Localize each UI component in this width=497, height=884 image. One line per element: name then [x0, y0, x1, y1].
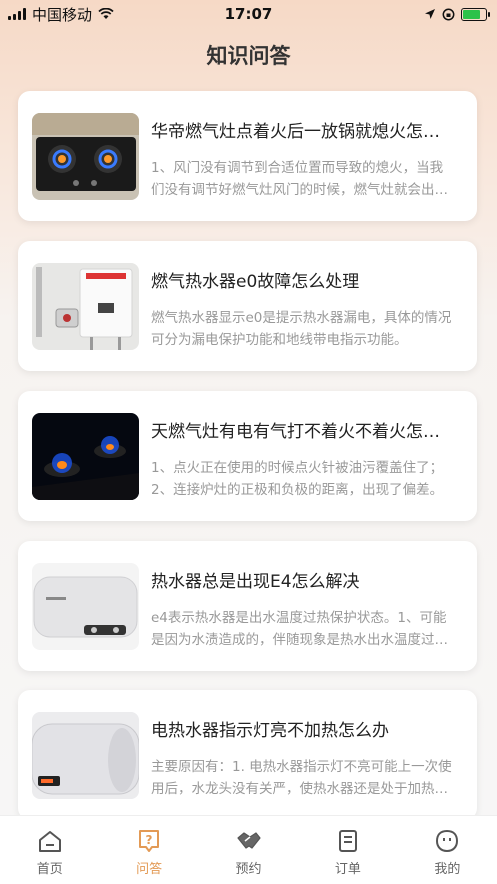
article-title: 天燃气灶有电有气打不着火不着火怎么回事 [151, 422, 456, 442]
order-icon [338, 830, 357, 852]
article-thumbnail [32, 263, 139, 350]
tab-booking[interactable]: 预约 [199, 816, 298, 884]
tab-label: 我的 [434, 862, 461, 877]
article-thumbnail [32, 563, 139, 650]
tab-profile[interactable]: 我的 [398, 816, 497, 884]
tab-label: 预约 [235, 862, 262, 877]
status-time: 17:07 [224, 5, 273, 23]
profile-icon [436, 829, 459, 853]
battery-icon [461, 7, 490, 21]
article-card[interactable]: 天燃气灶有电有气打不着火不着火怎么回事 1、点火正在使用的时候点火针被油污覆盖住… [18, 391, 477, 521]
article-card[interactable]: 华帝燃气灶点着火后一放锅就熄火怎么回事 1、风门没有调节到合适位置而导致的熄火，… [18, 91, 477, 221]
article-title: 热水器总是出现E4怎么解决 [151, 572, 360, 592]
article-card[interactable]: 燃气热水器e0故障怎么处理 燃气热水器显示e0是提示热水器漏电，具体的情况可分为… [18, 241, 477, 371]
article-summary: 主要原因有：1. 电热水器指示灯不亮可能上一次使用后，水龙头没有关严，使热水器还… [151, 759, 452, 797]
tab-orders[interactable]: 订单 [298, 816, 397, 884]
tab-label: 订单 [334, 862, 361, 877]
article-summary: 燃气热水器显示e0是提示热水器漏电，具体的情况可分为漏电保护功能和地线带电指示功… [151, 310, 452, 348]
tab-bar: 首页 ? 问答 预约 订单 我的 [0, 815, 497, 884]
article-summary: e4表示热水器是出水温度过热保护状态。1、可能是因为水渍造成的，伴随现象是热水出… [151, 610, 447, 648]
article-summary: 1、点火正在使用的时候点火针被油污覆盖住了；2、连接炉灶的正极和负极的距离，出现… [151, 460, 444, 498]
tab-label: 首页 [36, 862, 63, 877]
tab-qa[interactable]: ? 问答 [99, 816, 198, 884]
article-title: 燃气热水器e0故障怎么处理 [151, 272, 360, 292]
handshake-icon [236, 832, 261, 849]
page-title: 知识问答 [206, 44, 291, 68]
question-icon: ? [139, 830, 160, 852]
home-icon [38, 831, 61, 852]
article-thumbnail [32, 113, 139, 200]
article-card[interactable]: 热水器总是出现E4怎么解决 e4表示热水器是出水温度过热保护状态。1、可能是因为… [18, 541, 477, 671]
article-card[interactable]: 电热水器指示灯亮不加热怎么办 主要原因有：1. 电热水器指示灯不亮可能上一次使用… [18, 690, 477, 820]
status-bar: 中国移动 17:07 [0, 0, 497, 28]
article-thumbnail [32, 413, 139, 500]
article-title: 华帝燃气灶点着火后一放锅就熄火怎么回事 [151, 122, 456, 142]
article-summary: 1、风门没有调节到合适位置而导致的熄火，当我们没有调节好燃气灶风门的时候，燃气灶… [151, 160, 448, 198]
article-thumbnail [32, 712, 139, 799]
article-title: 电热水器指示灯亮不加热怎么办 [151, 721, 389, 741]
tab-label: 问答 [136, 862, 163, 877]
svg-text:?: ? [146, 833, 153, 847]
tab-home[interactable]: 首页 [0, 816, 99, 884]
